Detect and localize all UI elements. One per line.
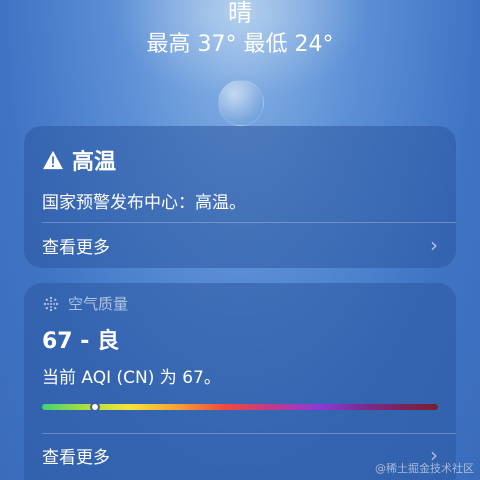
aqi-header: 空气质量	[42, 293, 128, 314]
aqi-value: 67 - 良	[42, 329, 120, 354]
divider	[42, 433, 456, 434]
alert-title-row: 高温	[42, 144, 116, 176]
haze-icon	[43, 296, 59, 311]
warning-triangle-icon	[43, 150, 63, 170]
alert-see-more-label: 查看更多	[42, 237, 110, 258]
weather-condition: 晴	[228, 0, 252, 27]
aqi-see-more-label: 查看更多	[42, 447, 110, 468]
alert-description: 国家预警发布中心：高温。	[42, 193, 246, 213]
chevron-right-icon: ›	[430, 233, 438, 257]
aqi-marker	[90, 402, 101, 412]
high-low-temperature: 最高 37° 最低 24°	[146, 32, 334, 57]
alert-card[interactable]: 高温 国家预警发布中心：高温。 查看更多 ›	[24, 126, 456, 268]
aqi-description: 当前 AQI (CN) 为 67。	[42, 368, 221, 388]
alert-title: 高温	[72, 150, 117, 175]
air-quality-card[interactable]: 空气质量 67 - 良 当前 AQI (CN) 为 67。 查看更多 ›	[24, 283, 456, 480]
aqi-gradient-bar	[42, 402, 438, 412]
watermark: @稀土掘金技术社区	[375, 462, 474, 475]
aqi-header-label: 空气质量	[68, 295, 129, 313]
weather-header: 晴 最高 37° 最低 24°	[0, 0, 480, 60]
divider	[42, 222, 456, 223]
background-bubble	[218, 80, 264, 126]
alert-see-more-button[interactable]: 查看更多 ›	[42, 230, 438, 260]
